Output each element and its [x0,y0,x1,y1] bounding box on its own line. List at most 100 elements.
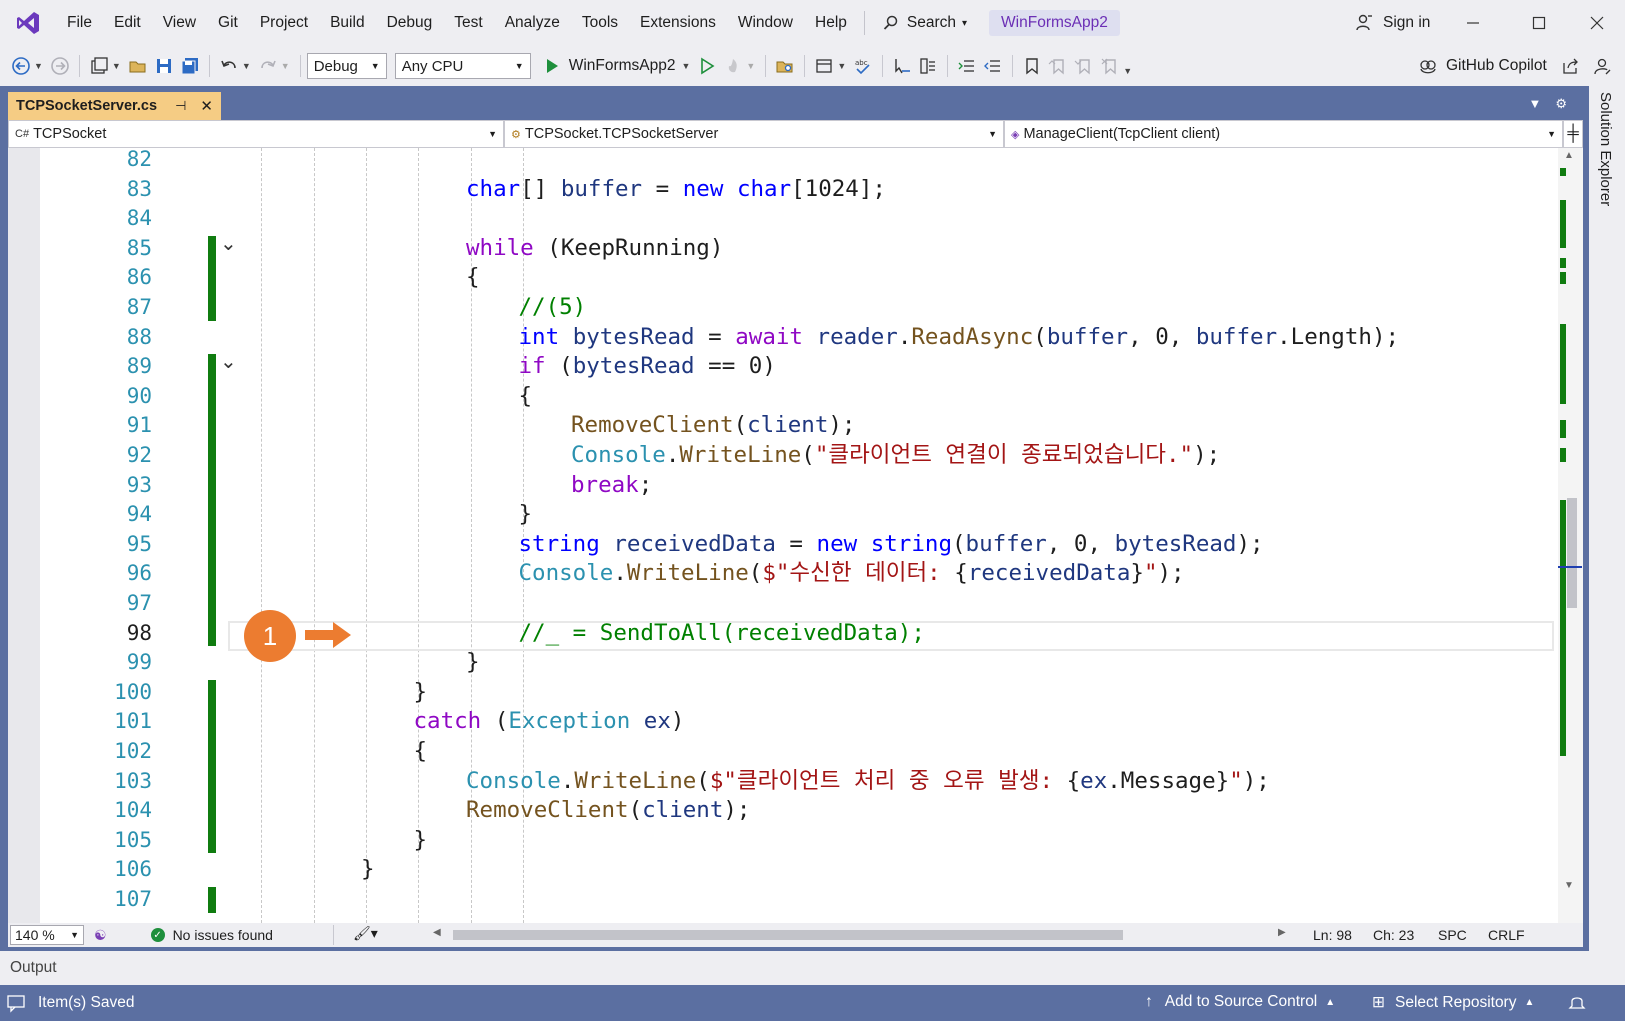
menu-view[interactable]: View [152,0,207,46]
scroll-right-icon[interactable]: ▶ [1278,927,1286,938]
spell-check-button[interactable]: abc [850,53,876,79]
navigate-forward-button[interactable] [47,53,73,79]
code-line[interactable]: 85 while (KeepRunning) [8,233,1558,263]
menu-extensions[interactable]: Extensions [629,0,727,46]
settings-gear-icon[interactable]: ⚙ [1555,96,1567,112]
close-tab-icon[interactable]: ✕ [200,97,213,115]
code-line[interactable]: 88 int bytesRead = await reader.ReadAsync… [8,322,1558,352]
maximize-button[interactable] [1511,0,1567,46]
line-indicator[interactable]: Ln: 98 [1313,927,1352,943]
menu-test[interactable]: Test [443,0,493,46]
visual-studio-logo-icon[interactable] [0,0,56,46]
issues-indicator[interactable]: ✓ No issues found [150,927,273,943]
type-dropdown[interactable]: ⚙ TCPSocket.TCPSocketServer ▼ [504,120,1004,148]
start-debugging-button[interactable]: WinFormsApp2 ▼ [543,57,695,75]
code-line[interactable]: 95 string receivedData = new string(buffe… [8,529,1558,559]
code-line[interactable]: 87 //(5) [8,292,1558,322]
pin-icon[interactable]: ⊣ [175,98,186,114]
project-dropdown[interactable]: C# TCPSocket ▼ [8,120,504,148]
feedback-icon[interactable] [1593,57,1611,75]
code-line[interactable]: 96 Console.WriteLine($"수신한 데이터: {received… [8,558,1558,588]
code-cleanup-icon[interactable]: 🖌▾ [353,925,378,942]
chevron-down-icon[interactable]: ▼ [837,61,846,71]
code-line[interactable]: 100} [8,677,1558,707]
code-editor[interactable]: 82 83 char[] buffer = new char[1024]; 84 85 w… [8,148,1583,923]
github-copilot-button[interactable]: GitHub Copilot [1418,46,1611,86]
code-line[interactable]: 93 break; [8,470,1558,500]
chevron-down-icon[interactable]: ▼ [281,61,290,71]
navigate-back-button[interactable] [8,53,34,79]
new-project-button[interactable] [86,53,112,79]
previous-bookmark-button[interactable] [1045,53,1071,79]
solution-platform-select[interactable]: Any CPU ▼ [394,53,531,79]
menu-tools[interactable]: Tools [571,0,629,46]
whitespace-indicator[interactable]: SPC [1438,927,1467,943]
save-all-button[interactable] [177,53,203,79]
code-line[interactable]: 92 Console.WriteLine("클라이언트 연결이 종료되었습니다."… [8,440,1558,470]
code-line[interactable]: 89 if (bytesRead == 0) [8,351,1558,381]
chevron-down-icon[interactable]: ▼ [242,61,251,71]
menu-help[interactable]: Help [804,0,858,46]
scroll-left-icon[interactable]: ◀ [433,927,441,938]
select-repository-button[interactable]: ⊞ Select Repository ▲ [1372,993,1534,1012]
save-button[interactable] [151,53,177,79]
copilot-status-icon[interactable]: ☯ [94,927,107,944]
code-line[interactable]: 91 RemoveClient(client); [8,410,1558,440]
scroll-down-icon[interactable]: ▼ [1564,880,1574,891]
class-view-button[interactable] [915,53,941,79]
zoom-select[interactable]: 140 % ▼ [10,925,84,945]
code-line[interactable]: 103 Console.WriteLine($"클라이언트 처리 중 오류 발생:… [8,766,1558,796]
undo-button[interactable] [216,53,242,79]
code-line[interactable]: 90 { [8,381,1558,411]
toggle-bookmark-button[interactable] [1019,53,1045,79]
code-line[interactable]: 97 [8,588,1558,618]
code-line[interactable]: 102 { [8,736,1558,766]
output-tool-window-tab[interactable]: Output [0,951,1625,985]
chevron-down-icon[interactable]: ▼ [746,61,755,71]
menu-window[interactable]: Window [727,0,804,46]
clear-bookmarks-button[interactable] [1097,53,1123,79]
step-into-button[interactable] [889,53,915,79]
notifications-button[interactable] [1568,993,1586,1011]
menu-analyze[interactable]: Analyze [494,0,571,46]
menu-edit[interactable]: Edit [103,0,152,46]
menu-project[interactable]: Project [249,0,319,46]
chevron-down-icon[interactable]: ▼ [34,61,43,71]
vertical-scrollbar[interactable]: ▲ ▼ [1558,148,1583,923]
chevron-down-icon[interactable]: ▼ [112,61,121,71]
fold-toggle-icon[interactable]: ⌄ [220,349,237,374]
menu-build[interactable]: Build [319,0,375,46]
close-window-button[interactable] [1569,0,1625,46]
menu-debug[interactable]: Debug [376,0,444,46]
code-line[interactable]: 105} [8,825,1558,855]
code-line[interactable]: 94} [8,499,1558,529]
split-editor-button[interactable]: ╪ [1563,120,1583,148]
hot-reload-button[interactable] [720,53,746,79]
minimize-button[interactable] [1445,0,1501,46]
member-dropdown[interactable]: ◈ ManageClient(TcpClient client) ▼ [1004,120,1563,148]
code-line[interactable]: 107 [8,884,1558,914]
scroll-up-icon[interactable]: ▲ [1564,150,1574,161]
open-file-button[interactable] [125,53,151,79]
code-line[interactable]: 83 char[] buffer = new char[1024]; [8,174,1558,204]
outdent-button[interactable] [980,53,1006,79]
scrollbar-thumb[interactable] [1567,498,1577,608]
code-line[interactable]: 84 [8,203,1558,233]
layout-button[interactable] [811,53,837,79]
share-icon[interactable] [1561,57,1579,75]
code-line[interactable]: 82 [8,148,1558,174]
chevron-down-icon[interactable]: ▼ [1123,66,1132,76]
solution-name-badge[interactable]: WinFormsApp2 [989,10,1120,36]
menu-git[interactable]: Git [207,0,249,46]
redo-button[interactable] [255,53,281,79]
next-bookmark-button[interactable] [1071,53,1097,79]
tab-overflow-icon[interactable]: ▼ [1528,96,1541,112]
add-to-source-control-button[interactable]: ↑ Add to Source Control ▲ [1145,993,1335,1011]
horizontal-scrollbar[interactable]: ◀ ▶ [433,927,1313,942]
search-button[interactable]: Search ▾ [875,0,975,46]
browse-folder-button[interactable] [772,53,798,79]
column-indicator[interactable]: Ch: 23 [1373,927,1414,943]
code-line[interactable]: 104 RemoveClient(client); [8,795,1558,825]
code-line[interactable]: 86 { [8,262,1558,292]
line-ending-indicator[interactable]: CRLF [1488,927,1525,943]
